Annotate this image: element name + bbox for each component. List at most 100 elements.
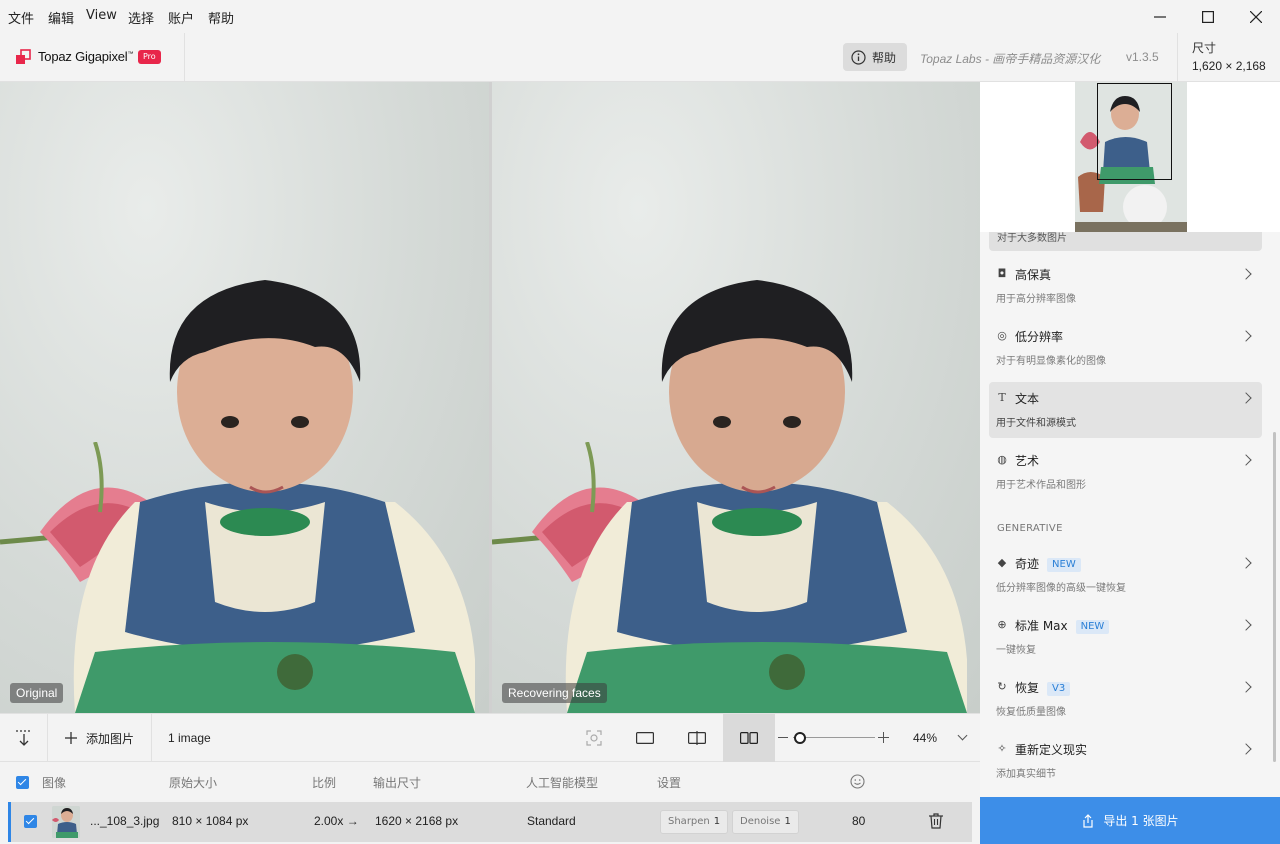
help-button[interactable]: 帮助 (843, 43, 907, 71)
lowres-icon: ◎ (997, 329, 1007, 342)
arrow-right-icon: → (346, 814, 359, 828)
scale-value: 2.00x → (314, 814, 359, 828)
model-item-redefine[interactable]: ✧ 重新定义现实 添加真实细节 (989, 733, 1262, 789)
model-desc: 用于高分辨率图像 (996, 294, 1076, 305)
zoom-dropdown-icon[interactable] (957, 730, 968, 741)
face-scan-icon (586, 730, 602, 746)
arrow-down-dotted-icon (15, 730, 32, 746)
model-item-standard[interactable]: 对于大多数图片 (989, 232, 1262, 251)
model-desc: 添加真实细节 (996, 769, 1056, 780)
row-checkbox[interactable] (24, 815, 37, 828)
chevron-right-icon (1240, 681, 1252, 693)
chevron-right-icon (1240, 268, 1252, 280)
original-size: 810 × 1084 px (172, 814, 249, 828)
close-button[interactable] (1233, 0, 1279, 33)
table-row[interactable]: ..._108_3.jpg 810 × 1084 px 2.00x → 1620… (8, 802, 972, 842)
zoom-in-button[interactable] (883, 732, 885, 743)
select-all-checkbox[interactable] (16, 776, 29, 789)
model-item-high-fidelity[interactable]: ◘ 高保真 用于高分辨率图像 (989, 258, 1262, 314)
model-item-standard-max[interactable]: ⊕ 标准 Max NEW 一键恢复 (989, 609, 1262, 665)
model-item-art[interactable]: ◍ 艺术 用于艺术作品和图形 (989, 444, 1262, 500)
denoise-setting[interactable]: Denoise 1 (732, 810, 799, 834)
menu-edit[interactable]: 编辑 (48, 8, 74, 27)
info-icon (851, 49, 866, 65)
model-desc: 一键恢复 (996, 645, 1036, 656)
col-ai-model: 人工智能模型 (526, 776, 599, 790)
menubar: 文件 编辑 View 选择 账户 帮助 (0, 0, 1280, 33)
output-size-panel: 尺寸 1,620 × 2,168 (1177, 33, 1280, 81)
original-preview[interactable]: Original (0, 82, 489, 713)
menu-file[interactable]: 文件 (8, 8, 34, 27)
menu-account[interactable]: 账户 (168, 8, 194, 27)
export-button[interactable]: 导出 1 张图片 (980, 797, 1280, 844)
single-view-button[interactable] (619, 714, 671, 762)
model-panel: 对于大多数图片 ◘ 高保真 用于高分辨率图像 ◎ 低分辨率 对于有明显像素化的图… (980, 82, 1280, 797)
output-size: 1620 × 2168 px (375, 814, 459, 828)
text-icon: T (998, 391, 1006, 404)
zoom-value: 44% (913, 731, 938, 745)
collapse-button[interactable] (0, 714, 48, 762)
col-scale: 比例 (312, 776, 337, 790)
image-thumbnail (52, 806, 80, 838)
processed-preview[interactable]: Recovering faces (492, 82, 980, 713)
model-desc: 低分辨率图像的高级一键恢复 (996, 583, 1126, 594)
pro-badge: Pro (138, 50, 161, 64)
app-name: Topaz Gigapixel™ (38, 49, 134, 64)
zoom-out-button[interactable] (778, 737, 788, 739)
model-item-low-res[interactable]: ◎ 低分辨率 对于有明显像素化的图像 (989, 320, 1262, 376)
chevron-right-icon (1240, 454, 1252, 466)
sparkle-icon: ✧ (997, 742, 1007, 755)
plus-icon (65, 732, 77, 744)
chevron-right-icon (1240, 392, 1252, 404)
navigator (980, 82, 1280, 232)
export-label: 导出 1 张图片 (1103, 814, 1179, 828)
side-by-side-icon (740, 732, 758, 744)
child-photo (565, 280, 967, 713)
model-name: 重新定义现实 (1015, 743, 1088, 757)
split-view-button[interactable] (671, 714, 723, 762)
zoom-slider-handle[interactable] (794, 732, 806, 744)
face-detect-button[interactable] (568, 714, 620, 762)
model-name: 标准 Max NEW (1015, 617, 1110, 634)
model-desc: 恢复低质量图像 (996, 707, 1066, 718)
version-badge: V3 (1047, 682, 1071, 696)
menu-help[interactable]: 帮助 (208, 8, 234, 27)
file-name: ..._108_3.jpg (90, 814, 160, 828)
model-name: 奇迹 NEW (1015, 555, 1081, 572)
model-item-recover[interactable]: ↻ 恢复 V3 恢复低质量图像 (989, 671, 1262, 727)
trash-icon[interactable] (929, 813, 943, 829)
split-view-icon (688, 731, 706, 745)
sharpen-setting[interactable]: Sharpen 1 (660, 810, 729, 834)
app-header: Topaz Gigapixel™ Pro 帮助 Topaz Labs - 画帝手… (0, 33, 1280, 82)
chevron-right-icon (1240, 743, 1252, 755)
maximize-button[interactable] (1185, 0, 1231, 33)
chevron-right-icon (1240, 557, 1252, 569)
logo-area: Topaz Gigapixel™ Pro (0, 33, 185, 81)
help-label: 帮助 (872, 50, 897, 65)
side-by-side-button[interactable] (723, 714, 775, 762)
model-desc: 用于艺术作品和图形 (996, 480, 1086, 491)
size-label: 尺寸 (1192, 41, 1217, 55)
menu-view[interactable]: View (86, 8, 117, 23)
model-name: 艺术 (1015, 454, 1040, 468)
model-item-text[interactable]: T 文本 用于文件和源模式 (989, 382, 1262, 438)
chevron-right-icon (1240, 330, 1252, 342)
col-original-size: 原始大小 (169, 776, 218, 790)
processed-label: Recovering faces (502, 683, 607, 703)
minimize-button[interactable] (1137, 0, 1183, 33)
add-image-label: 添加图片 (86, 731, 135, 746)
model-name: 文本 (1015, 392, 1040, 406)
panel-scrollbar[interactable] (1273, 432, 1276, 762)
original-label: Original (10, 683, 64, 703)
close-icon (1250, 10, 1262, 23)
size-value: 1,620 × 2,168 (1192, 59, 1266, 73)
col-output-size: 输出尺寸 (373, 776, 422, 790)
menu-select[interactable]: 选择 (128, 8, 154, 27)
col-image: 图像 (42, 776, 67, 790)
add-image-button[interactable]: 添加图片 (48, 714, 152, 762)
navigator-viewport-frame[interactable] (1097, 83, 1172, 180)
model-desc: 对于有明显像素化的图像 (996, 356, 1106, 367)
share-icon (1083, 813, 1093, 828)
maximize-icon (1202, 10, 1214, 23)
model-item-miracle[interactable]: ◆ 奇迹 NEW 低分辨率图像的高级一键恢复 (989, 547, 1262, 603)
